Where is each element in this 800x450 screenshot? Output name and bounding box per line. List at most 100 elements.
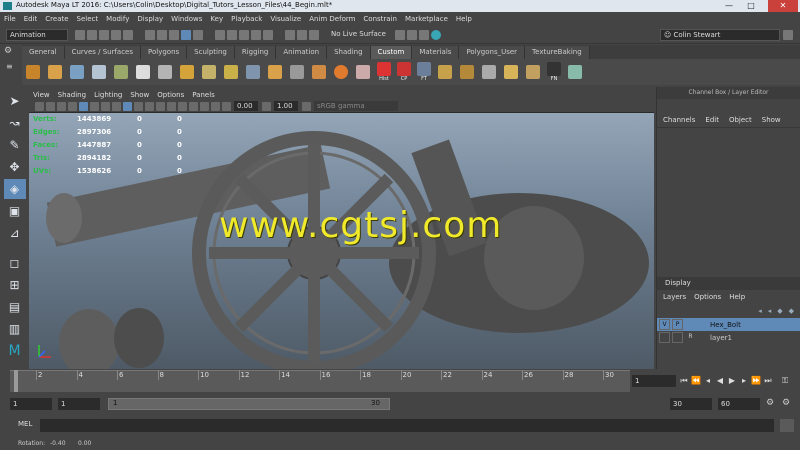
four-view-layout-icon[interactable]: ⊞	[4, 275, 26, 295]
script-editor-icon[interactable]	[780, 419, 794, 432]
shelf-menu-icon[interactable]: ≡	[6, 62, 18, 82]
shelf-pin-icon[interactable]	[356, 65, 370, 79]
playback-end-field[interactable]: 30	[670, 398, 712, 410]
move-layer-down-icon[interactable]: ◂	[768, 307, 772, 315]
tab-sculpting[interactable]: Sculpting	[187, 45, 235, 59]
ambient-occlusion-icon[interactable]	[189, 101, 198, 111]
lights-icon[interactable]	[167, 101, 176, 111]
layer-color-swatch[interactable]	[685, 319, 696, 330]
tab-polygons[interactable]: Polygons	[141, 45, 188, 59]
color-management-icon[interactable]	[302, 101, 311, 111]
shelf-fn-button[interactable]: FN	[547, 62, 561, 82]
tab-polygons-user[interactable]: Polygons_User	[459, 45, 526, 59]
render-icon[interactable]	[285, 29, 295, 40]
render-settings-icon[interactable]	[309, 29, 319, 40]
shelf-uv-icon[interactable]	[92, 65, 106, 79]
object-mode-icon[interactable]	[157, 29, 167, 40]
step-back-frame-icon[interactable]: ◂	[703, 376, 713, 386]
channel-list[interactable]	[657, 127, 800, 277]
shelf-pen-icon[interactable]	[136, 65, 150, 79]
shelf-bevel-icon[interactable]	[180, 65, 194, 79]
shelf-ft-button[interactable]: FT	[417, 62, 431, 82]
shelf-cp-button[interactable]: CP	[397, 62, 411, 82]
image-plane-icon[interactable]	[57, 101, 66, 111]
live-surface-field[interactable]: No Live Surface	[328, 29, 388, 41]
menu-file[interactable]: File	[0, 12, 20, 26]
new-layer-icon[interactable]: ◆	[777, 307, 782, 315]
gate-mask-icon[interactable]	[101, 101, 110, 111]
shelf-loop-icon[interactable]	[568, 65, 582, 79]
menu-windows[interactable]: Windows	[167, 12, 206, 26]
shelf-extrude-icon[interactable]	[202, 65, 216, 79]
layer-playback-toggle[interactable]	[672, 332, 683, 343]
step-forward-frame-icon[interactable]: ▸	[739, 376, 749, 386]
shelf-lattice-icon[interactable]	[504, 65, 518, 79]
snap-grid-icon[interactable]	[215, 29, 225, 40]
gamma-field[interactable]: 1.00	[274, 101, 298, 111]
soft-select-icon[interactable]	[407, 29, 417, 40]
minimize-button[interactable]: —	[720, 0, 738, 12]
persp-outliner-layout-icon[interactable]: ▤	[4, 297, 26, 317]
undo-icon[interactable]	[111, 29, 121, 40]
menu-modify[interactable]: Modify	[102, 12, 133, 26]
open-scene-icon[interactable]	[87, 29, 97, 40]
tab-texture-baking[interactable]: TextureBaking	[525, 45, 590, 59]
xray-icon[interactable]	[200, 101, 209, 111]
rotate-tool-icon[interactable]: ◈	[3, 179, 26, 199]
layer-row-layer1[interactable]: R layer1	[657, 331, 800, 344]
paint-select-tool-icon[interactable]: ✎	[4, 135, 26, 155]
move-layer-up-icon[interactable]: ◂	[758, 307, 762, 315]
grid-toggle-icon[interactable]	[68, 101, 77, 111]
tab-animation[interactable]: Animation	[276, 45, 328, 59]
layer-options-menu[interactable]: Options	[694, 293, 721, 301]
hierarchy-mode-icon[interactable]	[145, 29, 155, 40]
shelf-history-button[interactable]: Hist	[377, 62, 391, 82]
snap-surface-icon[interactable]	[263, 29, 273, 40]
go-to-end-icon[interactable]: ⏭	[763, 376, 773, 386]
mask-icon[interactable]	[193, 29, 203, 40]
play-forward-icon[interactable]: ▶	[727, 376, 737, 386]
symmetry-icon[interactable]	[395, 29, 405, 40]
marketplace-icon[interactable]	[431, 29, 441, 40]
textured-icon[interactable]	[156, 101, 165, 111]
exposure-field[interactable]: 0.00	[234, 101, 258, 111]
step-forward-key-icon[interactable]: ⏩	[751, 376, 761, 386]
play-backward-icon[interactable]: ◀	[715, 376, 725, 386]
exposure-icon[interactable]	[222, 101, 231, 111]
layer-reference-toggle[interactable]: R	[685, 332, 696, 343]
shadows-icon[interactable]	[178, 101, 187, 111]
user-menu-chevron-icon[interactable]	[783, 30, 793, 40]
wireframe-on-shaded-icon[interactable]	[145, 101, 154, 111]
gamma-icon[interactable]	[262, 101, 271, 111]
channel-edit-menu[interactable]: Edit	[705, 116, 719, 124]
time-slider[interactable]: 2 4 6 8 10 12 14 16 18 20 22 24 26 28 30	[10, 370, 630, 392]
step-back-key-icon[interactable]: ⏪	[691, 376, 701, 386]
shelf-mesh-icon[interactable]	[26, 65, 40, 79]
range-slider[interactable]: 1 30	[108, 398, 390, 410]
wireframe-icon[interactable]	[123, 101, 132, 111]
scale-tool-icon[interactable]: ▣	[4, 201, 26, 221]
character-set-icon[interactable]: ⚙	[766, 398, 778, 410]
command-language-label[interactable]: MEL	[18, 420, 32, 428]
animation-end-field[interactable]: 60	[718, 398, 760, 410]
tab-shading[interactable]: Shading	[327, 45, 371, 59]
layer-visibility-toggle[interactable]: V	[659, 319, 670, 330]
field-chart-icon[interactable]	[112, 101, 121, 111]
menu-display[interactable]: Display	[133, 12, 167, 26]
channel-show-menu[interactable]: Show	[762, 116, 781, 124]
shelf-plane-icon[interactable]	[70, 65, 84, 79]
shelf-grid-icon[interactable]	[482, 65, 496, 79]
layer-playback-toggle[interactable]: P	[672, 319, 683, 330]
snap-curve-icon[interactable]	[227, 29, 237, 40]
shelf-cube-icon[interactable]	[48, 65, 62, 79]
menu-select[interactable]: Select	[73, 12, 103, 26]
new-scene-icon[interactable]	[75, 29, 85, 40]
outliner-layout-icon[interactable]: ▥	[4, 319, 26, 339]
select-tool-icon[interactable]: ➤	[4, 91, 26, 111]
resolution-gate-icon[interactable]	[90, 101, 99, 111]
tab-general[interactable]: General	[22, 45, 65, 59]
shelf-frame-icon[interactable]	[290, 65, 304, 79]
shelf-cylinder2-icon[interactable]	[460, 65, 474, 79]
tab-custom[interactable]: Custom	[370, 45, 413, 59]
shelf-settings-gear-icon[interactable]: ⚙	[4, 46, 18, 58]
